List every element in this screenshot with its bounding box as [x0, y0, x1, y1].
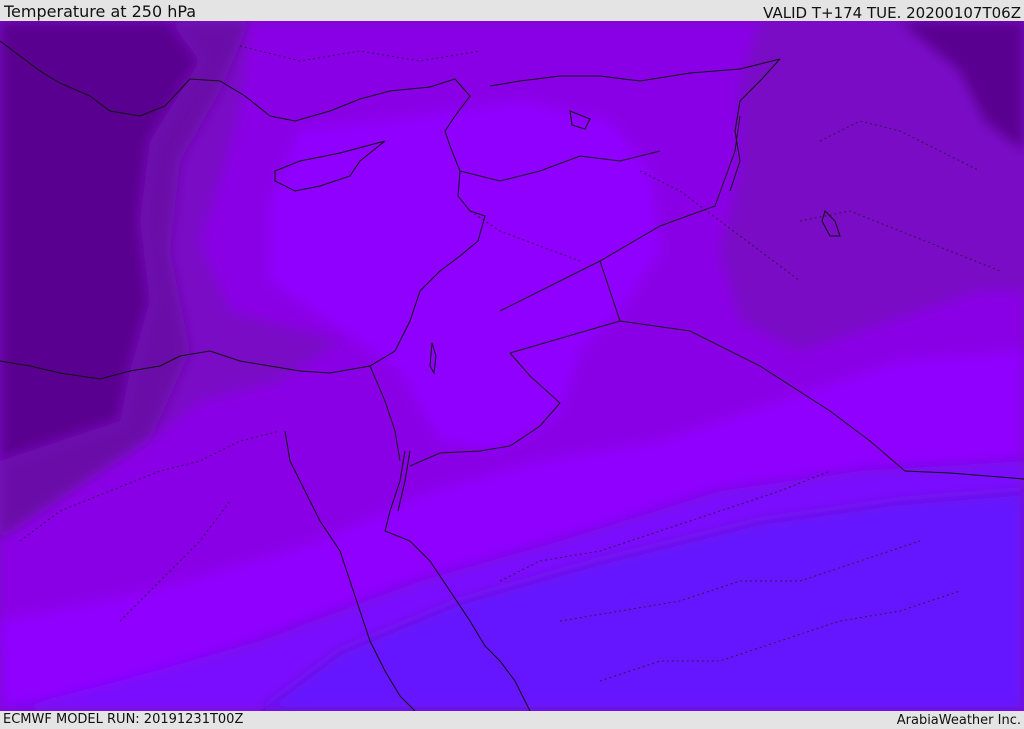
map-canvas — [0, 21, 1024, 711]
credit: ArabiaWeather Inc. — [896, 713, 1021, 728]
model-run: ECMWF MODEL RUN: 20191231T00Z — [3, 712, 244, 727]
footer-bar: ECMWF MODEL RUN: 20191231T00Z ArabiaWeat… — [0, 711, 1024, 729]
temperature-map[interactable] — [0, 21, 1024, 711]
temperature-bands — [0, 21, 1024, 711]
valid-time: VALID T+174 TUE. 20200107T06Z — [763, 4, 1021, 22]
header-bar: Temperature at 250 hPa VALID T+174 TUE. … — [0, 0, 1024, 22]
map-title: Temperature at 250 hPa — [4, 2, 197, 21]
